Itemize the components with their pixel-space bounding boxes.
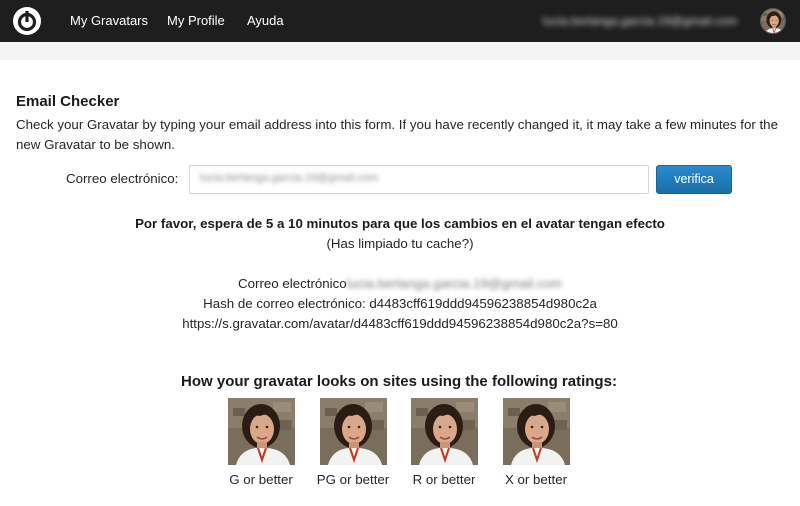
gravatar-logo-icon[interactable] <box>12 6 42 36</box>
email-field[interactable] <box>189 165 649 194</box>
rating-r: R or better <box>399 398 489 487</box>
rating-x: X or better <box>491 398 581 487</box>
top-nav-bar: My Gravatars My Profile Ayuda lucia.berl… <box>0 0 800 42</box>
nav-my-gravatars[interactable]: My Gravatars <box>70 0 148 42</box>
rating-g: G or better <box>216 398 306 487</box>
checker-description: Check your Gravatar by typing your email… <box>16 117 778 152</box>
rating-avatar-image <box>410 398 478 465</box>
result-email-line: Correo electrónicolucia.berlanga.garcia.… <box>0 276 800 291</box>
verify-button[interactable]: verifica <box>656 165 732 194</box>
result-hash-line: Hash de correo electrónico: d4483cff619d… <box>203 296 597 311</box>
rating-label: X or better <box>504 472 568 487</box>
user-email[interactable]: lucia.berlanga.garcia.19@gmail.com <box>543 11 739 31</box>
user-avatar[interactable] <box>760 8 786 34</box>
rating-pg: PG or better <box>308 398 398 487</box>
avatar-image <box>761 9 785 33</box>
ratings-title: How your gravatar looks on sites using t… <box>181 373 617 390</box>
rating-label: PG or better <box>316 472 390 487</box>
nav-help[interactable]: Ayuda <box>247 0 284 42</box>
cache-message: (Has limpiado tu cache?) <box>326 236 474 251</box>
nav-my-profile[interactable]: My Profile <box>167 0 225 42</box>
result-email-value: lucia.berlanga.garcia.19@gmail.com <box>346 276 562 291</box>
rating-avatar-image <box>502 398 570 465</box>
rating-avatar-image <box>227 398 295 465</box>
rating-label: R or better <box>412 472 476 487</box>
page-title: Email Checker <box>16 93 120 110</box>
result-url-line: https://s.gravatar.com/avatar/d4483cff61… <box>182 316 618 331</box>
rating-label: G or better <box>229 472 293 487</box>
wait-message: Por favor, espera de 5 a 10 minutos para… <box>135 216 665 231</box>
result-email-label: Correo electrónico <box>238 276 347 291</box>
rating-avatar-image <box>319 398 387 465</box>
sub-header-strip <box>0 42 800 60</box>
email-field-label: Correo electrónico: <box>66 171 179 186</box>
